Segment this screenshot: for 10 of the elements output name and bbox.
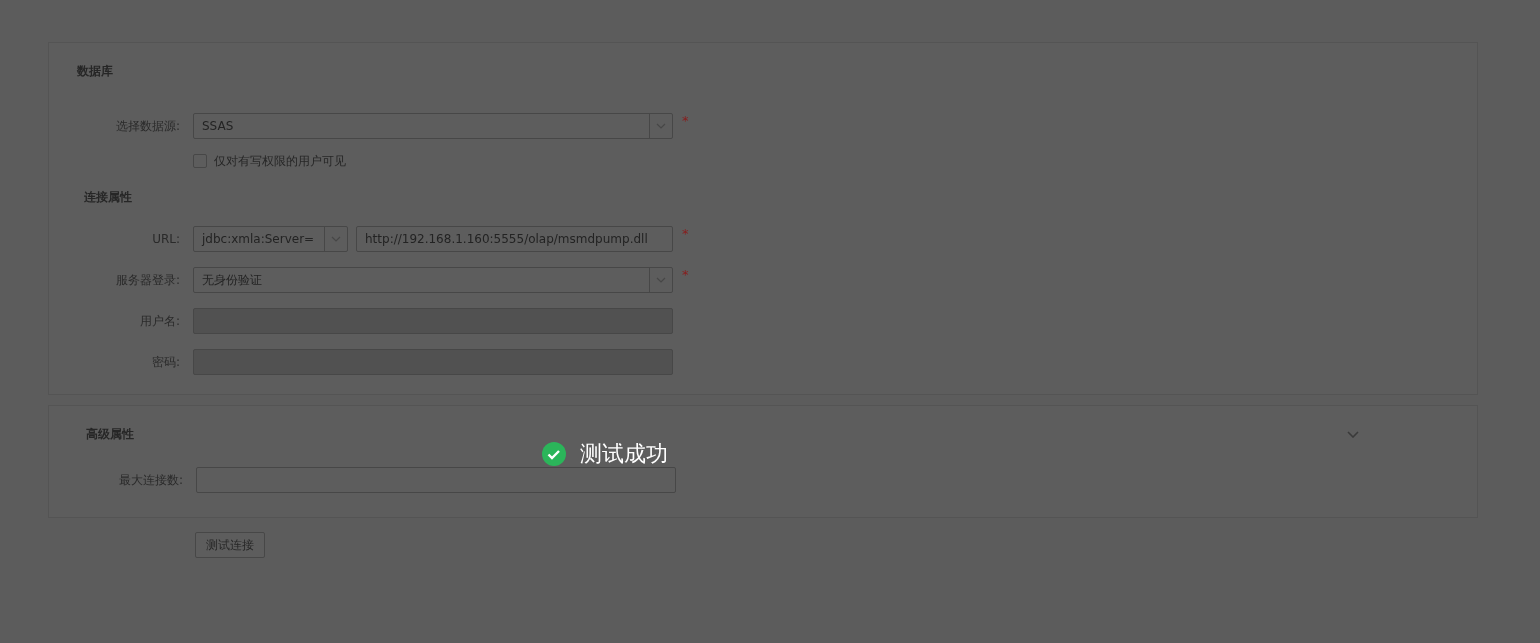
- protocol-select[interactable]: jdbc:xmla:Server=: [193, 226, 348, 252]
- check-icon: [542, 442, 566, 466]
- required-mark: *: [682, 113, 689, 128]
- url-field[interactable]: http://192.168.1.160:5555/olap/msmdpump.dll: [356, 226, 673, 252]
- chevron-icon[interactable]: [1347, 430, 1359, 438]
- source-select[interactable]: SSAS: [193, 113, 673, 139]
- required-mark: *: [682, 267, 689, 282]
- input-field[interactable]: [196, 467, 676, 493]
- required-mark: *: [682, 226, 689, 241]
- toast-message: 测试成功: [580, 440, 668, 468]
